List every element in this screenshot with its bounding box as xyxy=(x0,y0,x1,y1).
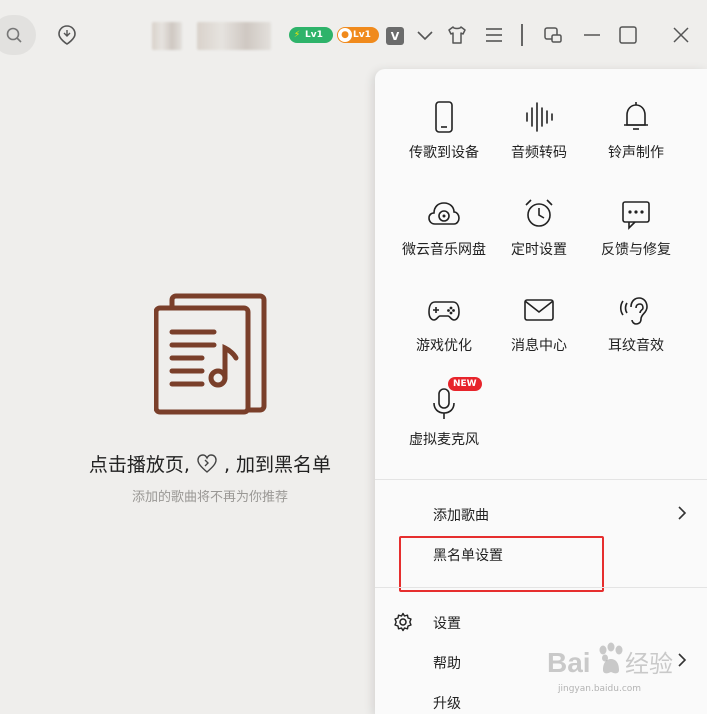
gamepad-icon xyxy=(428,301,460,321)
level-badge-green[interactable]: ⚡ Lv1 xyxy=(289,27,333,43)
level-text: Lv1 xyxy=(353,30,371,40)
menu-item-label: 游戏优化 xyxy=(416,338,472,354)
menu-item-add-song[interactable]: 添加歌曲 xyxy=(433,505,489,525)
toolbar-divider xyxy=(521,24,523,46)
feedback-icon xyxy=(622,201,650,230)
menu-item-feedback[interactable]: 反馈与修复 xyxy=(588,197,684,259)
vip-label: V xyxy=(390,29,400,43)
search-icon xyxy=(6,27,22,43)
menu-item-label: 定时设置 xyxy=(511,242,567,258)
menu-item-label: 反馈与修复 xyxy=(601,242,671,258)
empty-state-subtitle: 添加的歌曲将不再为你推荐 xyxy=(131,490,288,505)
mini-mode-icon[interactable] xyxy=(542,24,564,46)
vip-badge[interactable]: V xyxy=(386,27,404,45)
new-badge: NEW xyxy=(448,377,482,391)
menu-item-label: 耳纹音效 xyxy=(608,338,664,354)
shirt-skin-icon[interactable] xyxy=(446,24,468,46)
menu-divider xyxy=(375,587,707,588)
watermark-brand: Bai xyxy=(547,647,591,678)
cloud-icon xyxy=(428,202,460,225)
bell-icon xyxy=(624,102,648,130)
menu-item-virtual-mic[interactable]: 虚拟麦克风 xyxy=(396,387,492,449)
highlight-box xyxy=(399,536,604,592)
lightning-icon: ⚡ xyxy=(293,30,301,40)
menu-item-label: 音频转码 xyxy=(511,145,567,161)
menu-item-settings[interactable]: 设置 xyxy=(433,613,461,633)
record-icon: ● xyxy=(338,28,352,42)
microphone-icon xyxy=(433,388,455,419)
menu-item-label: 微云音乐网盘 xyxy=(402,242,486,258)
empty-title-part2: , 加到黑名单 xyxy=(223,454,332,476)
menu-item-label: 虚拟麦克风 xyxy=(409,432,479,448)
chevron-right-icon[interactable] xyxy=(677,506,687,520)
watermark-brand-cn: 经验 xyxy=(625,650,673,678)
menu-item-message-center[interactable]: 消息中心 xyxy=(491,293,587,355)
menu-item-label: 传歌到设备 xyxy=(409,145,479,161)
heart-dislike-icon xyxy=(197,453,217,473)
menu-item-transfer-to-device[interactable]: 传歌到设备 xyxy=(396,100,492,162)
location-pin-icon[interactable] xyxy=(56,24,78,46)
search-button[interactable] xyxy=(0,15,36,55)
menu-item-timer[interactable]: 定时设置 xyxy=(491,197,587,259)
menu-item-label: 铃声制作 xyxy=(608,145,664,161)
menu-divider xyxy=(375,479,707,480)
menu-item-ear-sound[interactable]: 耳纹音效 xyxy=(588,293,684,355)
menu-item-ringtone[interactable]: 铃声制作 xyxy=(588,100,684,162)
empty-title-part1: 点击播放页, xyxy=(88,454,190,476)
menu-item-help[interactable]: 帮助 xyxy=(433,653,461,673)
empty-state-title: 点击播放页, , 加到黑名单 xyxy=(70,450,350,477)
minimize-icon[interactable] xyxy=(581,24,603,46)
level-badge-orange[interactable]: ● Lv1 xyxy=(337,27,379,43)
watermark-url: jingyan.baidu.com xyxy=(558,684,642,694)
maximize-icon[interactable] xyxy=(617,24,639,46)
gear-icon xyxy=(394,612,412,632)
menu-item-audio-convert[interactable]: 音频转码 xyxy=(491,100,587,162)
menu-item-weiyun-disk[interactable]: 微云音乐网盘 xyxy=(396,197,492,259)
waveform-icon xyxy=(526,102,553,132)
menu-item-upgrade[interactable]: 升级 xyxy=(433,693,461,713)
alarm-clock-icon xyxy=(525,199,553,227)
ear-icon xyxy=(619,297,648,325)
close-icon[interactable] xyxy=(670,24,692,46)
level-text: Lv1 xyxy=(305,30,323,40)
menu-item-game-optimize[interactable]: 游戏优化 xyxy=(396,293,492,355)
chevron-down-icon[interactable] xyxy=(414,24,436,46)
title-bar: ⚡ Lv1 ● Lv1 V xyxy=(0,0,707,70)
avatar[interactable] xyxy=(152,22,182,50)
mail-icon xyxy=(524,299,554,321)
phone-icon xyxy=(435,101,453,133)
username-placeholder[interactable] xyxy=(197,22,271,50)
empty-playlist-illustration xyxy=(154,293,267,415)
menu-item-label: 消息中心 xyxy=(511,338,567,354)
menu-icon[interactable] xyxy=(483,24,505,46)
